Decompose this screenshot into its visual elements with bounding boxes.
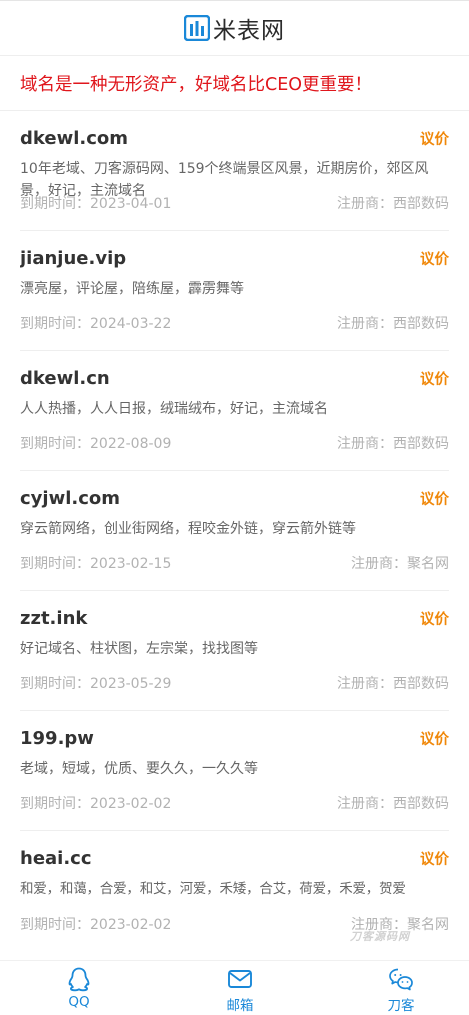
logo[interactable]: 米表网 (184, 11, 285, 45)
registrar: 注册商：西部数码 (337, 316, 449, 332)
nav-qq-label: QQ (68, 994, 90, 1010)
expiry-date: 到期时间：2023-04-01 (20, 196, 172, 212)
mail-icon (228, 970, 252, 988)
expiry-date: 到期时间：2023-02-02 (20, 917, 172, 933)
offer-button[interactable]: 议价 (420, 488, 449, 509)
domain-description: 好记域名、柱状图，左宗棠，找找图等 (20, 641, 258, 657)
nav-wechat[interactable]: 刀客 (366, 961, 436, 1015)
offer-button[interactable]: 议价 (420, 248, 449, 269)
logo-icon (184, 15, 210, 41)
qq-icon (68, 967, 90, 992)
domain-description: 漂亮屋，评论屋，陪练屋，霹雳舞等 (20, 281, 244, 297)
expiry-date: 到期时间：2023-02-15 (20, 556, 172, 572)
domain-description: 人人热播，人人日报，绒瑞绒布，好记，主流域名 (20, 401, 328, 417)
domain-description: 和爱，和蔼，合爱，和艾，河爱，禾矮，合艾，荷爱，禾爱，贺爱 (20, 881, 406, 897)
domain-item[interactable]: zzt.ink 议价 好记域名、柱状图，左宗棠，找找图等 到期时间：2023-0… (20, 591, 449, 711)
domain-name[interactable]: 199.pw (20, 728, 94, 749)
expiry-date: 到期时间：2022-08-09 (20, 436, 172, 452)
registrar: 注册商：西部数码 (337, 796, 449, 812)
domain-item[interactable]: jianjue.vip 议价 漂亮屋，评论屋，陪练屋，霹雳舞等 到期时间：202… (20, 231, 449, 351)
registrar: 注册商：聚名网 (351, 556, 449, 572)
domain-name[interactable]: zzt.ink (20, 608, 87, 629)
domain-name[interactable]: dkewl.com (20, 128, 128, 149)
expiry-date: 到期时间：2023-05-29 (20, 676, 172, 692)
domain-item[interactable]: 199.pw 议价 老域，短域，优质、要久久，一久久等 到期时间：2023-02… (20, 711, 449, 831)
domain-name[interactable]: heai.cc (20, 848, 92, 869)
domain-description: 穿云箭网络，创业街网络，程咬金外链，穿云箭外链等 (20, 521, 356, 537)
expiry-date: 到期时间：2024-03-22 (20, 316, 172, 332)
domain-description: 老域，短域，优质、要久久，一久久等 (20, 761, 258, 777)
domain-name[interactable]: jianjue.vip (20, 248, 126, 269)
offer-button[interactable]: 议价 (420, 608, 449, 629)
domain-name[interactable]: cyjwl.com (20, 488, 120, 509)
registrar: 注册商：西部数码 (337, 436, 449, 452)
registrar: 注册商：西部数码 (337, 676, 449, 692)
nav-wechat-label: 刀客 (387, 998, 415, 1014)
offer-button[interactable]: 议价 (420, 728, 449, 749)
domain-item[interactable]: dkewl.com 议价 10年老域、刀客源码网、159个终端景区风景，近期房价… (20, 111, 449, 231)
nav-mail-label: 邮箱 (226, 998, 254, 1014)
expiry-date: 到期时间：2023-02-02 (20, 796, 172, 812)
domain-list: dkewl.com 议价 10年老域、刀客源码网、159个终端景区风景，近期房价… (0, 111, 469, 951)
offer-button[interactable]: 议价 (420, 128, 449, 149)
registrar: 注册商：西部数码 (337, 196, 449, 212)
domain-name[interactable]: dkewl.cn (20, 368, 110, 389)
watermark: 刀客源码网 (350, 930, 410, 943)
bottom-nav: QQ 邮箱 刀客 (0, 960, 469, 1015)
logo-text: 米表网 (213, 18, 285, 44)
domain-item[interactable]: cyjwl.com 议价 穿云箭网络，创业街网络，程咬金外链，穿云箭外链等 到期… (20, 471, 449, 591)
page: 米表网 域名是一种无形资产，好域名比CEO更重要！ dkewl.com 议价 1… (0, 0, 469, 1015)
offer-button[interactable]: 议价 (420, 368, 449, 389)
slogan: 域名是一种无形资产，好域名比CEO更重要！ (0, 56, 469, 111)
nav-mail[interactable]: 邮箱 (205, 961, 275, 1015)
header: 米表网 (0, 0, 469, 56)
wechat-icon (389, 968, 413, 991)
offer-button[interactable]: 议价 (420, 848, 449, 869)
nav-qq[interactable]: QQ (44, 961, 114, 1015)
domain-item[interactable]: dkewl.cn 议价 人人热播，人人日报，绒瑞绒布，好记，主流域名 到期时间：… (20, 351, 449, 471)
